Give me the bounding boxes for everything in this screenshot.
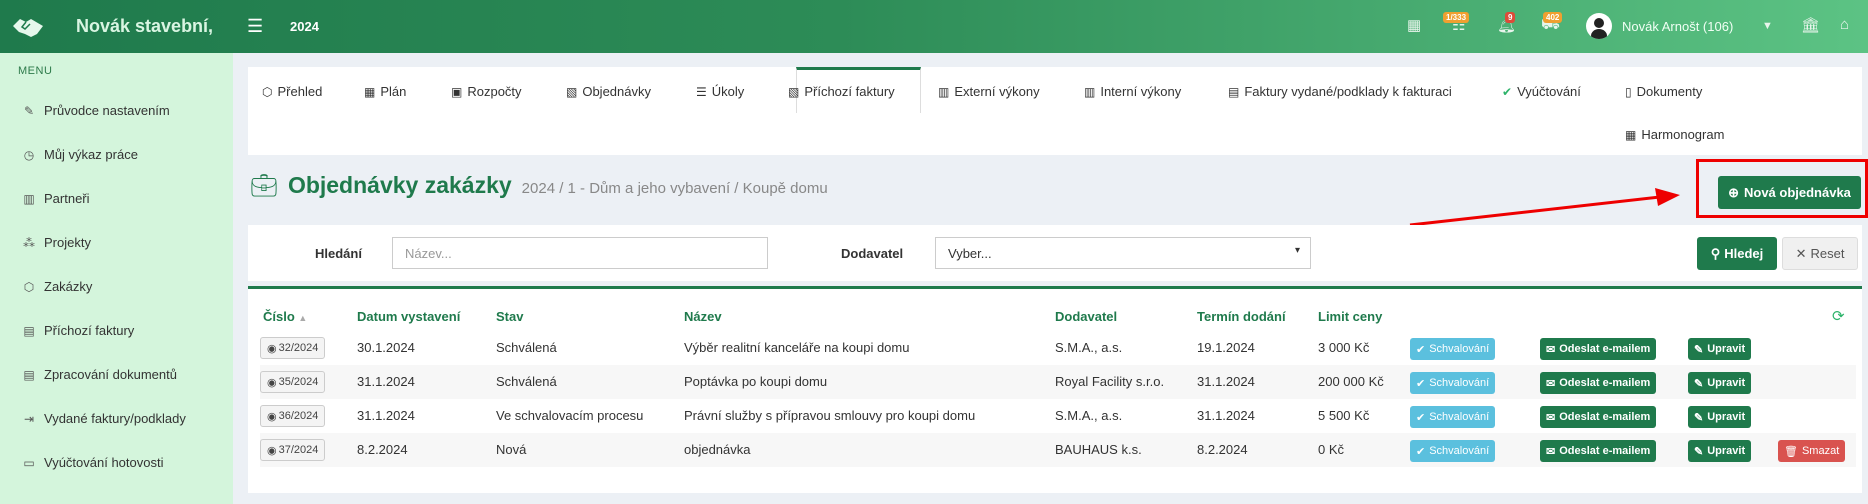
cell-name: Výběr realitní kanceláře na koupi domu — [684, 340, 910, 355]
edit-button[interactable]: ✎ Upravit — [1688, 338, 1752, 360]
table-row: ◉ 36/2024 31.1.2024 Ve schvalovacím proce… — [260, 399, 1856, 433]
check-circle-icon: ✔ — [1416, 411, 1426, 424]
pencil-icon: ✎ — [1694, 411, 1704, 424]
supplier-select[interactable]: Vyber... ▾ — [935, 237, 1311, 269]
cell-limit: 3 000 Kč — [1318, 340, 1370, 355]
order-number-badge[interactable]: ◉ 37/2024 — [260, 439, 326, 461]
cell-due: 8.2.2024 — [1197, 442, 1248, 457]
delete-button[interactable]: 🗑︎ Smazat — [1778, 440, 1846, 462]
send-email-button[interactable]: ✉ Odeslat e-mailem — [1540, 406, 1657, 428]
orders-table: Číslo ▲ Datum vystavení Stav Název Dodav… — [248, 286, 1862, 493]
cell-due: 31.1.2024 — [1197, 374, 1255, 389]
check-circle-icon: ✔ — [1416, 445, 1426, 458]
cell-supplier: S.M.A., a.s. — [1055, 340, 1123, 355]
cell-status: Schválená — [496, 374, 557, 389]
table-row: ◉ 35/2024 31.1.2024 Schválená Poptávka po… — [260, 365, 1856, 399]
send-email-button[interactable]: ✉ Odeslat e-mailem — [1540, 372, 1657, 394]
cell-date: 31.1.2024 — [357, 374, 415, 389]
edit-button[interactable]: ✎ Upravit — [1688, 406, 1752, 428]
cell-due: 19.1.2024 — [1197, 340, 1255, 355]
supplier-label: Dodavatel — [841, 246, 904, 261]
eye-icon: ◉ — [267, 376, 277, 389]
order-number-badge[interactable]: ◉ 32/2024 — [260, 337, 326, 359]
edit-button[interactable]: ✎ Upravit — [1688, 372, 1752, 394]
column-header-stav[interactable]: Stav — [496, 309, 523, 324]
table-row: ◉ 37/2024 8.2.2024 Nová objednávka BAUHAU… — [260, 433, 1856, 467]
cell-date: 31.1.2024 — [357, 408, 415, 423]
column-header-dodavatel[interactable]: Dodavatel — [1055, 309, 1117, 324]
order-number-badge[interactable]: ◉ 36/2024 — [260, 405, 326, 427]
search-icon: ⚲ — [1710, 245, 1721, 261]
refresh-icon[interactable]: ⟳ — [1832, 307, 1845, 325]
cell-status: Ve schvalovacím procesu — [496, 408, 644, 423]
eye-icon: ◉ — [267, 410, 277, 423]
approve-button[interactable]: ✔ Schvalování — [1410, 338, 1496, 360]
edit-button[interactable]: ✎ Upravit — [1688, 440, 1752, 462]
cell-status: Nová — [496, 442, 527, 457]
cell-name: Právní služby s přípravou smlouvy pro ko… — [684, 408, 976, 423]
cell-name: Poptávka po koupi domu — [684, 374, 828, 389]
cell-supplier: Royal Facility s.r.o. — [1055, 374, 1165, 389]
send-email-button[interactable]: ✉ Odeslat e-mailem — [1540, 440, 1657, 462]
cell-status: Schválená — [496, 340, 557, 355]
order-number-badge[interactable]: ◉ 35/2024 — [260, 371, 326, 393]
search-panel: Hledání Název... Dodavatel Vyber... ▾ — [248, 225, 1862, 281]
cell-due: 31.1.2024 — [1197, 408, 1255, 423]
check-circle-icon: ✔ — [1416, 343, 1426, 356]
column-header-nazev[interactable]: Název — [684, 309, 722, 324]
pencil-icon: ✎ — [1694, 377, 1704, 390]
search-button[interactable]: ⚲ Hledej — [1697, 237, 1777, 270]
close-icon: ✕ — [1795, 245, 1807, 261]
cell-limit: 0 Kč — [1318, 442, 1345, 457]
cell-supplier: S.M.A., a.s. — [1055, 408, 1123, 423]
cell-date: 30.1.2024 — [357, 340, 415, 355]
reset-button[interactable]: ✕ Reset — [1782, 237, 1858, 270]
check-circle-icon: ✔ — [1416, 377, 1426, 390]
send-email-button[interactable]: ✉ Odeslat e-mailem — [1540, 338, 1657, 360]
envelope-icon: ✉ — [1546, 445, 1556, 458]
search-label: Hledání — [315, 246, 362, 261]
trash-icon: 🗑︎ — [1784, 445, 1798, 458]
pencil-icon: ✎ — [1694, 343, 1704, 356]
cell-date: 8.2.2024 — [357, 442, 408, 457]
column-header-limit[interactable]: Limit ceny — [1318, 309, 1382, 324]
cell-supplier: BAUHAUS k.s. — [1055, 442, 1142, 457]
cell-limit: 200 000 Kč — [1318, 374, 1384, 389]
column-header-cislo[interactable]: Číslo ▲ — [263, 309, 307, 324]
approve-button[interactable]: ✔ Schvalování — [1410, 440, 1496, 462]
envelope-icon: ✉ — [1546, 377, 1556, 390]
column-header-termin[interactable]: Termín dodání — [1197, 309, 1286, 324]
envelope-icon: ✉ — [1546, 411, 1556, 424]
eye-icon: ◉ — [267, 444, 277, 457]
envelope-icon: ✉ — [1546, 343, 1556, 356]
cell-limit: 5 500 Kč — [1318, 408, 1370, 423]
table-row: ◉ 32/2024 30.1.2024 Schválená Výběr reali… — [260, 331, 1856, 365]
search-input[interactable]: Název... — [392, 237, 768, 269]
sort-asc-icon: ▲ — [298, 313, 308, 323]
approve-button[interactable]: ✔ Schvalování — [1410, 406, 1496, 428]
caret-down-icon: ▾ — [1294, 245, 1300, 256]
column-header-datum[interactable]: Datum vystavení — [357, 309, 460, 324]
eye-icon: ◉ — [267, 342, 277, 355]
pencil-icon: ✎ — [1694, 445, 1704, 458]
cell-name: objednávka — [684, 442, 751, 457]
approve-button[interactable]: ✔ Schvalování — [1410, 372, 1496, 394]
